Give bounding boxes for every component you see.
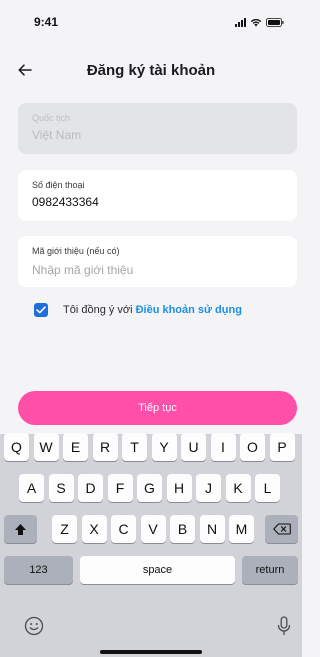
phone-input[interactable]: 0982433364 xyxy=(32,195,283,209)
key-e[interactable]: E xyxy=(63,433,88,461)
key-w[interactable]: W xyxy=(33,433,59,461)
keyboard-row-2: ASDFGHJKL xyxy=(0,474,302,502)
phone-field[interactable]: Số điện thoại 0982433364 xyxy=(18,170,297,221)
key-h[interactable]: H xyxy=(166,474,192,502)
signal-icon xyxy=(235,17,246,27)
key-p[interactable]: P xyxy=(269,433,295,461)
key-d[interactable]: D xyxy=(78,474,103,502)
key-r[interactable]: R xyxy=(92,433,118,461)
status-time: 9:41 xyxy=(34,15,59,29)
key-z[interactable]: Z xyxy=(52,515,77,543)
shift-icon xyxy=(15,523,26,535)
key-u[interactable]: U xyxy=(181,433,206,461)
key-n[interactable]: N xyxy=(199,515,225,543)
wifi-icon xyxy=(250,18,262,27)
key-g[interactable]: G xyxy=(137,474,162,502)
terms-row: Tôi đồng ý với Điều khoản sử dụng xyxy=(34,301,242,319)
microphone-icon xyxy=(277,616,291,636)
terms-checkbox[interactable] xyxy=(34,303,48,317)
continue-button[interactable]: Tiếp tục xyxy=(18,391,297,425)
referral-label: Mã giới thiệu (nếu có) xyxy=(32,246,120,256)
backspace-key[interactable] xyxy=(265,515,298,543)
key-c[interactable]: C xyxy=(111,515,136,543)
keyboard-row-4: 123 space return xyxy=(0,556,302,584)
home-indicator xyxy=(100,650,202,654)
key-m[interactable]: M xyxy=(229,515,254,543)
status-bar: 9:41 xyxy=(0,0,302,44)
emoji-icon xyxy=(24,616,44,636)
arrow-left-icon xyxy=(18,64,32,76)
referral-field[interactable]: Mã giới thiệu (nếu có) xyxy=(18,236,297,287)
space-key[interactable]: space xyxy=(80,556,235,584)
referral-input[interactable] xyxy=(32,263,283,277)
key-k[interactable]: K xyxy=(225,474,251,502)
nationality-value: Việt Nam xyxy=(32,128,82,142)
key-y[interactable]: Y xyxy=(151,433,177,461)
nationality-field: Quốc tịch Việt Nam xyxy=(18,103,297,154)
return-key[interactable]: return xyxy=(242,556,298,584)
key-o[interactable]: O xyxy=(240,433,265,461)
numbers-key[interactable]: 123 xyxy=(4,556,73,584)
dictation-button[interactable] xyxy=(272,614,296,638)
nav-bar: Đăng ký tài khoản xyxy=(0,50,302,90)
key-l[interactable]: L xyxy=(255,474,280,502)
keyboard-row-1: QWERTYUIOP xyxy=(0,433,302,461)
key-a[interactable]: A xyxy=(19,474,44,502)
back-button[interactable] xyxy=(12,58,38,82)
checkmark-icon xyxy=(36,306,46,314)
key-i[interactable]: I xyxy=(210,433,236,461)
backspace-icon xyxy=(272,523,291,535)
key-s[interactable]: S xyxy=(48,474,74,502)
key-b[interactable]: B xyxy=(170,515,195,543)
key-f[interactable]: F xyxy=(107,474,133,502)
nationality-label: Quốc tịch xyxy=(32,113,71,123)
battery-icon xyxy=(266,17,284,27)
phone-label: Số điện thoại xyxy=(32,180,85,190)
emoji-button[interactable] xyxy=(22,614,46,638)
keyboard-row-3: ZXCVBNM xyxy=(0,515,302,543)
key-j[interactable]: J xyxy=(196,474,221,502)
key-v[interactable]: V xyxy=(140,515,166,543)
terms-link[interactable]: Điều khoản sử dụng xyxy=(136,304,242,316)
status-icons xyxy=(235,17,284,27)
shift-key[interactable] xyxy=(4,515,37,543)
page-title: Đăng ký tài khoản xyxy=(86,61,216,79)
key-q[interactable]: Q xyxy=(4,433,29,461)
key-x[interactable]: X xyxy=(81,515,107,543)
key-t[interactable]: T xyxy=(122,433,147,461)
terms-text: Tôi đồng ý với xyxy=(63,304,133,316)
